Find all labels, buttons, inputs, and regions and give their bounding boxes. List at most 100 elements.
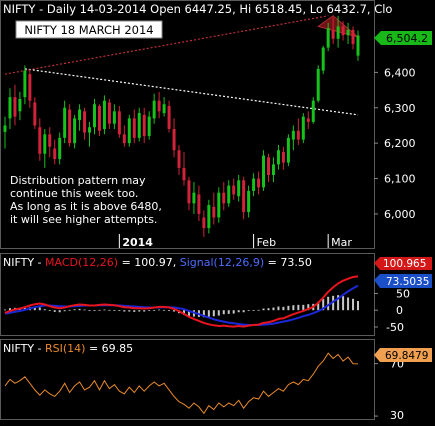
macd-histogram-bar [143, 310, 146, 312]
annotation-line-1: Distribution pattern may [10, 174, 146, 187]
candle-body [306, 118, 310, 122]
rsi-legend: NIFTY - RSI(14) = 69.85 [3, 342, 133, 355]
candle-body [351, 29, 355, 45]
title-box-text: NIFTY 18 MARCH 2014 [24, 23, 153, 37]
macd-histogram-bar [108, 309, 111, 311]
macd-legend-name: MACD(12,26) [45, 256, 118, 269]
candle-body [291, 130, 295, 140]
macd-histogram-bar [38, 307, 41, 311]
macd-legend: NIFTY - MACD(12,26) = 100.97, Signal(12,… [3, 256, 312, 269]
macd-histogram-bar [48, 310, 51, 312]
candle-body [321, 47, 325, 71]
macd-histogram-bar [252, 310, 255, 312]
candle-body [117, 111, 121, 135]
candle-body [326, 28, 330, 48]
macd-badge-label: 100.965 [383, 258, 426, 270]
macd-y-tick-label: 50 [396, 287, 410, 300]
macd-histogram-bar [168, 310, 171, 312]
candle-body [237, 180, 241, 197]
macd-histogram-bar [262, 308, 265, 311]
macd-histogram-bar [242, 310, 245, 313]
price-y-tick-label: 6,200 [384, 137, 416, 150]
macd-histogram-bar [88, 310, 91, 312]
chart-canvas: NIFTY - Daily 14-03-2014 Open 6447.25, H… [0, 0, 432, 422]
candle-body [8, 97, 12, 119]
macd-histogram-bar [123, 310, 126, 312]
macd-histogram-bar [148, 310, 151, 312]
macd-legend-prefix: NIFTY - [3, 256, 42, 269]
macd-histogram-bar [4, 309, 6, 311]
header-text: NIFTY - Daily 14-03-2014 Open 6447.25, H… [3, 2, 392, 16]
candle-body [341, 26, 345, 36]
candle-body [331, 29, 335, 39]
rsi-panel: NIFTY - RSI(14) = 69.85 7030 69.8479 [0, 339, 432, 422]
rsi-badge: 69.8479 [374, 348, 432, 362]
candle-body [58, 137, 62, 160]
candle-body [38, 127, 42, 154]
candle-body [301, 116, 305, 140]
macd-badge: 100.965 [374, 257, 432, 270]
candle-body [162, 104, 166, 114]
macd-histogram-bar [277, 306, 280, 311]
macd-histogram-bar [153, 310, 156, 312]
candle-body [147, 116, 151, 137]
candle-body [112, 111, 116, 124]
macd-histogram-bar [93, 310, 96, 312]
candle-body [13, 97, 17, 117]
macd-histogram-bar [302, 304, 305, 311]
chart-window: NIFTY - Daily 14-03-2014 Open 6447.25, H… [0, 0, 435, 422]
candle-body [53, 148, 57, 160]
macd-histogram-bar [352, 298, 355, 311]
candle-body [142, 114, 146, 137]
candle-body [127, 118, 131, 144]
annotation-box: Distribution pattern may continue this w… [10, 174, 162, 226]
candle-body [92, 104, 96, 128]
macd-histogram-bar [327, 296, 330, 311]
candle-body [122, 134, 126, 144]
rsi-badge-label: 69.8479 [385, 350, 428, 362]
candle-body [286, 137, 290, 163]
macd-histogram-bar [53, 310, 56, 312]
candle-body [157, 100, 161, 112]
macd-histogram-bar [212, 310, 215, 317]
candle-body [207, 205, 211, 229]
last-price-label: 6,504.2 [386, 32, 428, 45]
macd-histogram-bar [272, 307, 275, 311]
annotation-line-2: continue this week too. [10, 187, 138, 200]
macd-legend-value: = 100.97, [122, 256, 177, 269]
candle-body [202, 217, 206, 229]
candle-body [197, 194, 201, 214]
macd-histogram-bar [292, 305, 295, 311]
macd-histogram-bar [163, 309, 166, 311]
rsi-y-axis: 7030 [374, 358, 404, 422]
signal-legend-value: = 73.50 [268, 256, 312, 269]
macd-histogram-bar [267, 308, 270, 311]
rsi-legend-name: RSI(14) [45, 342, 85, 355]
x-axis-label: Mar [331, 236, 352, 249]
macd-y-axis: 50 0 -50 [374, 287, 410, 334]
candle-body [132, 118, 136, 138]
candle-body [167, 106, 171, 129]
signal-badge-label: 73.5035 [386, 276, 429, 288]
candle-body [267, 157, 271, 175]
candle-body [97, 106, 101, 131]
macd-histogram-bar [78, 308, 81, 311]
candle-body [276, 150, 280, 165]
candle-body [78, 109, 82, 121]
signal-badge: 73.5035 [374, 274, 432, 288]
candle-body [18, 98, 22, 112]
macd-histogram-bar [133, 310, 136, 312]
rsi-y-tick-label: 30 [390, 409, 404, 422]
candle-body [217, 192, 221, 218]
candle-body [83, 111, 87, 133]
candle-body [316, 68, 320, 101]
candle-body [187, 180, 191, 204]
candle-body [257, 178, 261, 188]
candle-body [63, 107, 67, 138]
candle-body [88, 127, 92, 133]
candle-body [73, 118, 77, 144]
candle-body [182, 167, 186, 181]
candle-body [33, 102, 37, 126]
annotation-line-4: it will see higher attempts. [10, 213, 157, 226]
macd-histogram-bar [227, 310, 230, 314]
